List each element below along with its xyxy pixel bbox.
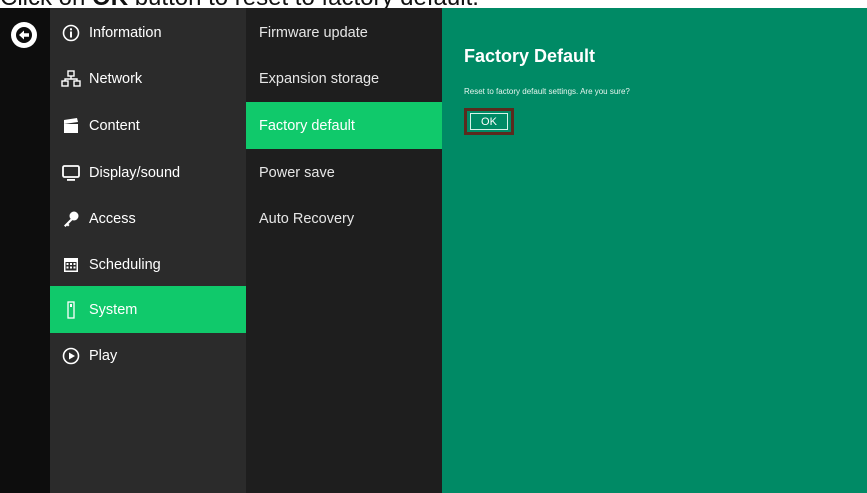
submenu-item-expansion-storage[interactable]: Expansion storage	[246, 55, 442, 102]
menu-item-information[interactable]: Information	[50, 9, 246, 56]
confirm-message: Reset to factory default settings. Are y…	[464, 87, 630, 96]
caption-prefix: Click on	[0, 0, 92, 8]
system-submenu: Firmware update Expansion storage Factor…	[246, 8, 442, 493]
monitor-icon	[61, 163, 81, 183]
menu-item-label: Scheduling	[89, 256, 161, 273]
caption-bold: OK	[92, 0, 128, 8]
clapperboard-icon	[61, 116, 81, 136]
submenu-item-firmware-update[interactable]: Firmware update	[246, 9, 442, 56]
menu-item-scheduling[interactable]: Scheduling	[50, 241, 246, 288]
menu-item-label: Access	[89, 210, 136, 227]
menu-item-play[interactable]: Play	[50, 332, 246, 379]
submenu-item-label: Auto Recovery	[259, 210, 355, 227]
menu-item-content[interactable]: Content	[50, 102, 246, 149]
menu-item-label: Network	[89, 70, 143, 87]
menu-item-label: Display/sound	[89, 164, 181, 181]
ok-button[interactable]: OK	[470, 113, 508, 130]
menu-item-access[interactable]: Access	[50, 195, 246, 242]
submenu-item-auto-recovery[interactable]: Auto Recovery	[246, 195, 442, 242]
submenu-item-label: Expansion storage	[259, 70, 380, 87]
key-icon	[61, 209, 81, 229]
menu-item-label: Information	[89, 24, 162, 41]
menu-item-network[interactable]: Network	[50, 55, 246, 102]
network-icon	[61, 69, 81, 89]
play-icon	[61, 346, 81, 366]
menu-item-label: Content	[89, 117, 140, 134]
calendar-icon	[61, 255, 81, 275]
submenu-item-factory-default[interactable]: Factory default	[246, 102, 442, 149]
submenu-item-label: Firmware update	[259, 24, 368, 41]
submenu-item-power-save[interactable]: Power save	[246, 149, 442, 196]
menu-item-label: Play	[89, 347, 118, 364]
page-title: Factory Default	[464, 46, 596, 66]
factory-default-panel: Factory Default Reset to factory default…	[442, 8, 867, 493]
menu-item-label: System	[89, 301, 138, 318]
back-button[interactable]	[11, 22, 37, 48]
main-menu: Information Network Content Display/soun…	[50, 8, 246, 493]
menu-item-system[interactable]: System	[50, 286, 246, 333]
system-icon	[61, 300, 81, 320]
caption-suffix: button to reset to factory default.	[128, 0, 479, 8]
instruction-caption: Click on OK button to reset to factory d…	[0, 0, 867, 8]
submenu-item-label: Factory default	[259, 117, 355, 134]
back-arrow-icon	[16, 27, 32, 43]
menu-item-display-sound[interactable]: Display/sound	[50, 149, 246, 196]
ok-button-highlight: OK	[464, 108, 514, 135]
submenu-item-label: Power save	[259, 164, 335, 181]
back-strip	[0, 8, 50, 493]
info-icon	[61, 23, 81, 43]
